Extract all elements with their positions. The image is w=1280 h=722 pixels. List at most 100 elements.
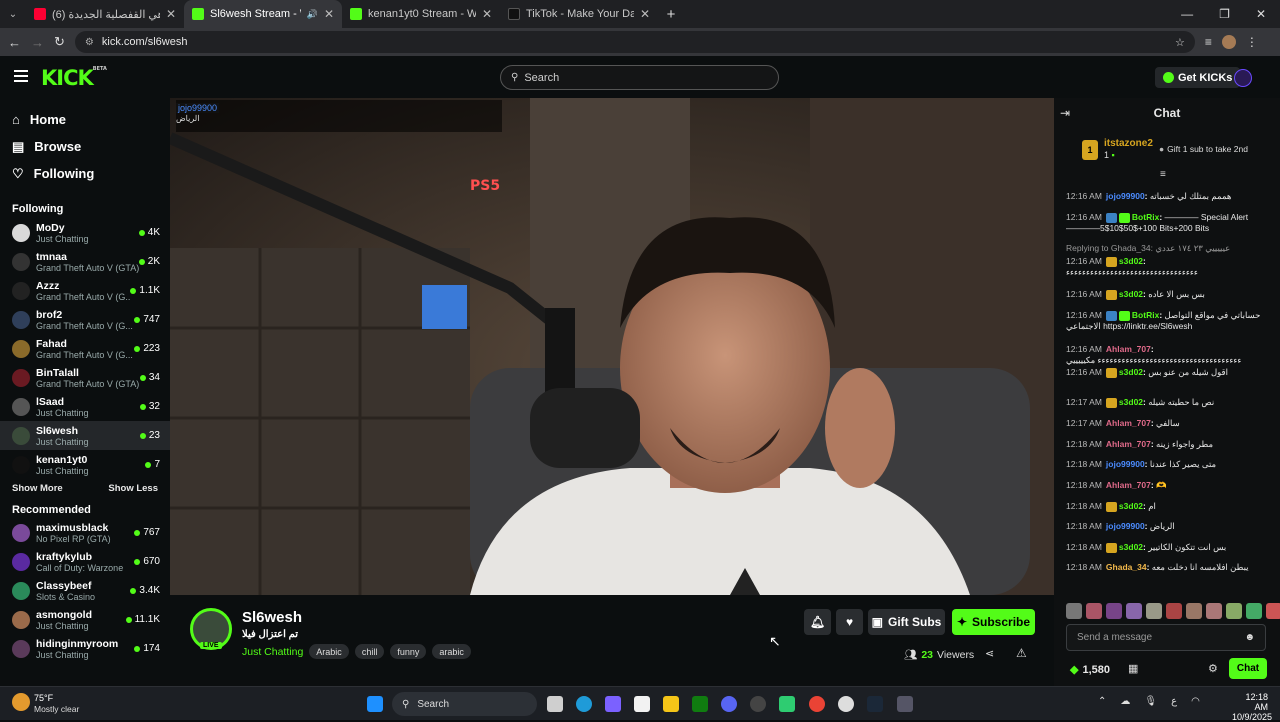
emote-icon[interactable] [1186,603,1202,619]
sidebar-channel-brof2[interactable]: brof2 Grand Theft Auto V (G... 747 [0,305,170,334]
menu-icon[interactable] [14,70,28,82]
emote-icon[interactable] [1206,603,1222,619]
browser-menu-icon[interactable]: ⋮ [1246,35,1258,49]
app-green-icon[interactable] [779,696,795,712]
sidebar-channel-lsaad[interactable]: lSaad Just Chatting 32 [0,392,170,421]
chat-username[interactable]: BotRix [1132,212,1159,222]
reload-icon[interactable]: ↻ [54,34,65,50]
close-tab-icon[interactable]: ✕ [166,7,176,21]
microphone-icon[interactable]: 🎙︎ [1144,696,1157,707]
emote-icon[interactable] [1166,603,1182,619]
chat-username[interactable]: s3d02 [1119,256,1143,266]
copilot-icon[interactable] [605,696,621,712]
audio-icon[interactable]: 🔊 [307,9,318,20]
emote-icon[interactable] [1106,603,1122,619]
video-player[interactable]: PS5 jojo99900 الرياض [170,98,1054,595]
sidebar-channel-hidinginmyroom[interactable]: hidinginmyroom Just Chatting 174 [0,634,170,663]
emote-icon[interactable] [1066,603,1082,619]
close-tab-icon[interactable]: ✕ [324,7,334,21]
tag-chip[interactable]: Arabic [309,644,349,659]
browser-tab-kenan[interactable]: kenan1yt0 Stream - Watch Live ✕ [342,0,500,28]
kick-logo[interactable]: KICKBETA [41,66,107,90]
language-icon[interactable]: ع [1171,696,1177,707]
channel-name[interactable]: Sl6wesh [242,609,302,626]
close-tab-icon[interactable]: ✕ [640,7,650,21]
emoji-icon[interactable]: ☻ [1244,632,1255,643]
emote-icon[interactable] [1146,603,1162,619]
gift-subs-button[interactable]: ▣ Gift Subs [868,609,945,635]
steam-icon[interactable] [867,696,883,712]
nav-home[interactable]: ⌂ Home [0,106,170,133]
media-controls-icon[interactable]: ≡ [1205,35,1212,49]
sidebar-channel-classybeef[interactable]: Classybeef Slots & Casino 3.4K [0,576,170,605]
chat-username[interactable]: Ghada_34 [1106,562,1147,572]
file-explorer-icon[interactable] [663,696,679,712]
leaderboard-user[interactable]: itstazone2 [1104,138,1153,149]
chat-username[interactable]: Ahlam_707 [1106,480,1151,490]
maximize-icon[interactable]: ❐ [1219,7,1230,21]
settings-app-icon[interactable] [838,696,854,712]
gift-prompt[interactable]: ● Gift 1 sub to take 2nd [1159,144,1248,154]
app-icon[interactable] [750,696,766,712]
taskbar-search[interactable]: ⚲ Search [392,692,537,716]
close-tab-icon[interactable]: ✕ [482,7,492,21]
user-avatar[interactable] [1234,69,1252,87]
emote-icon[interactable] [1126,603,1142,619]
chat-username[interactable]: jojo99900 [1106,459,1145,469]
chat-username[interactable]: Ahlam_707 [1106,344,1151,354]
chat-username[interactable]: s3d02 [1119,542,1143,552]
url-field[interactable]: ⚙ kick.com/sl6wesh ☆ [74,31,1195,53]
sidebar-channel-kraftykylub[interactable]: kraftykylub Call of Duty: Warzone 670 [0,547,170,576]
report-icon[interactable]: ⚠ [1016,646,1027,660]
show-more-button[interactable]: Show More [12,483,63,499]
wifi-icon[interactable]: ◠ [1191,696,1200,707]
chat-username[interactable]: s3d02 [1119,367,1143,377]
tag-chip[interactable]: chill [354,644,385,659]
onedrive-icon[interactable]: ☁ [1120,696,1130,707]
sidebar-channel-asmongold[interactable]: asmongold Just Chatting 11.1K [0,605,170,634]
xbox-icon[interactable] [692,696,708,712]
nav-following[interactable]: ♡ Following [0,160,170,187]
chat-username[interactable]: Ahlam_707 [1106,418,1151,428]
chat-username[interactable]: s3d02 [1119,289,1143,299]
subscribe-button[interactable]: ✦ Subscribe [952,609,1035,635]
send-chat-button[interactable]: Chat [1229,658,1267,679]
settings-gear-icon[interactable]: ⚙ [1208,662,1218,675]
get-kicks-button[interactable]: Get KICKs [1155,67,1241,88]
clock[interactable]: 12:18 AM 10/9/2025 [1232,692,1272,722]
nav-browse[interactable]: ▤ Browse [0,133,170,160]
app-icon[interactable] [897,696,913,712]
weather-icon[interactable] [12,693,30,711]
bookmark-star-icon[interactable]: ☆ [1175,36,1185,49]
weather-temp[interactable]: 75°F [34,693,53,703]
search-input[interactable]: ⚲ Search [500,65,779,90]
chat-username[interactable]: jojo99900 [1106,521,1145,531]
task-view-icon[interactable] [547,696,563,712]
site-info-icon[interactable]: ⚙ [85,37,94,48]
emote-icon[interactable] [1086,603,1102,619]
tab-search-icon[interactable]: ⌄ [0,9,26,20]
kicks-balance[interactable]: ◆ 1,580 [1070,663,1110,677]
sidebar-channel-sl6wesh[interactable]: Sl6wesh Just Chatting 23 [0,421,170,450]
chat-username[interactable]: jojo99900 [1106,191,1145,201]
sidebar-channel-bintalall[interactable]: BinTalall Grand Theft Auto V (GTA) 34 [0,363,170,392]
chat-username[interactable]: Ahlam_707 [1106,439,1151,449]
sidebar-channel-tmnaa[interactable]: tmnaa Grand Theft Auto V (GTA) 2K [0,247,170,276]
tray-chevron-icon[interactable]: ⌃ [1098,696,1106,707]
category-link[interactable]: Just Chatting [242,646,303,658]
new-tab-icon[interactable]: + [658,6,684,23]
chat-message-input[interactable]: Send a message ☻ [1066,624,1266,651]
chat-username[interactable]: s3d02 [1119,397,1143,407]
sidebar-channel-azzz[interactable]: Azzz Grand Theft Auto V (G... 1.1K [0,276,170,305]
store-app-icon[interactable] [634,696,650,712]
minimize-icon[interactable]: — [1181,7,1193,21]
chat-username[interactable]: s3d02 [1119,501,1143,511]
chrome-icon[interactable] [809,696,825,712]
discord-icon[interactable] [721,696,737,712]
emote-icon[interactable] [1226,603,1242,619]
tag-chip[interactable]: arabic [432,644,471,659]
emote-icon[interactable] [1266,603,1280,619]
browser-tab-youtube[interactable]: (6) ملاهي القفصلية الجديدة !! - e ✕ [26,0,184,28]
chat-username[interactable]: BotRix [1132,310,1159,320]
sidebar-channel-maximusblack[interactable]: maximusblack No Pixel RP (GTA) 767 [0,518,170,547]
